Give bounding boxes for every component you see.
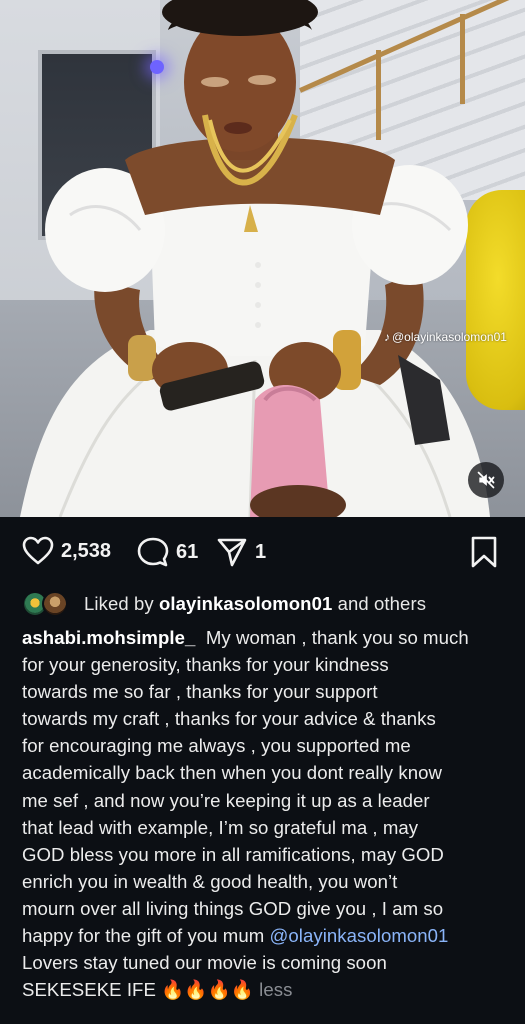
- tiktok-icon: ♪: [384, 330, 390, 344]
- avatar: [42, 591, 68, 617]
- caption-line: that lead with example, I’m so grateful …: [22, 816, 419, 838]
- caption-line: ashabi.mohsimple_ My woman , thank you s…: [22, 624, 512, 651]
- caption-line: enrich you in wealth & good health, you …: [22, 870, 398, 892]
- comment-button[interactable]: 61: [137, 536, 198, 568]
- tiktok-watermark: ♪ @olayinkasolomon01: [384, 330, 507, 344]
- mention-link[interactable]: @olayinkasolomon01: [269, 925, 448, 946]
- share-button[interactable]: 1: [216, 536, 266, 568]
- caption-line: me sef , and now you’re keeping it up as…: [22, 789, 430, 811]
- liked-by-prefix: Liked by: [84, 593, 154, 614]
- caption-line: SEKESEKE IFE 🔥🔥🔥🔥 less: [22, 976, 512, 1003]
- caption-username[interactable]: ashabi.mohsimple_: [22, 627, 195, 648]
- bookmark-icon: [471, 536, 497, 568]
- caption-line: mourn over all living things GOD give yo…: [22, 897, 444, 919]
- caption-text: SEKESEKE IFE: [22, 979, 156, 1001]
- caption-line: for encouraging me always , you supporte…: [22, 735, 411, 757]
- caption-line: towards my craft , thanks for your advic…: [22, 708, 436, 730]
- liked-by-suffix: and others: [337, 593, 427, 614]
- less-link[interactable]: less: [259, 979, 292, 1000]
- caption-line: GOD bless you more in all ramifications,…: [22, 843, 444, 865]
- caption-line: for your generosity, thanks for your kin…: [22, 654, 389, 676]
- caption-text: happy for the gift of you mum: [22, 925, 265, 947]
- liked-by-row[interactable]: Liked by olayinkasolomon01 and others: [22, 588, 426, 620]
- caption-line: Lovers stay tuned our movie is coming so…: [22, 952, 387, 974]
- post-caption: ashabi.mohsimple_ My woman , thank you s…: [22, 624, 512, 1003]
- like-button[interactable]: 2,538: [22, 536, 111, 566]
- liker-avatars: [22, 589, 74, 619]
- caption-line: towards me so far , thanks for your supp…: [22, 681, 378, 703]
- comment-icon: [137, 537, 169, 567]
- woman-in-white-dress-photo: [20, 0, 490, 517]
- caption-text: My woman , thank you so much: [205, 627, 469, 648]
- watermark-text: @olayinkasolomon01: [392, 330, 507, 344]
- speaker-muted-icon: [477, 471, 495, 489]
- share-icon: [217, 538, 247, 567]
- liked-by-text: Liked by olayinkasolomon01 and others: [84, 593, 426, 615]
- heart-icon: [22, 536, 54, 565]
- share-count: 1: [255, 540, 267, 563]
- caption-line: academically back then when you dont rea…: [22, 762, 442, 784]
- mute-button[interactable]: [468, 462, 504, 498]
- post-actions-bar: 2,538 61 1: [0, 530, 525, 576]
- save-button[interactable]: [468, 535, 500, 569]
- comment-count: 61: [176, 540, 199, 563]
- like-count: 2,538: [61, 539, 112, 562]
- caption-line: happy for the gift of you mum @olayinkas…: [22, 922, 512, 949]
- fire-emoji: 🔥🔥🔥🔥: [161, 979, 254, 1001]
- post-media[interactable]: ♪ @olayinkasolomon01: [0, 0, 525, 517]
- liked-by-user-link[interactable]: olayinkasolomon01: [159, 593, 332, 614]
